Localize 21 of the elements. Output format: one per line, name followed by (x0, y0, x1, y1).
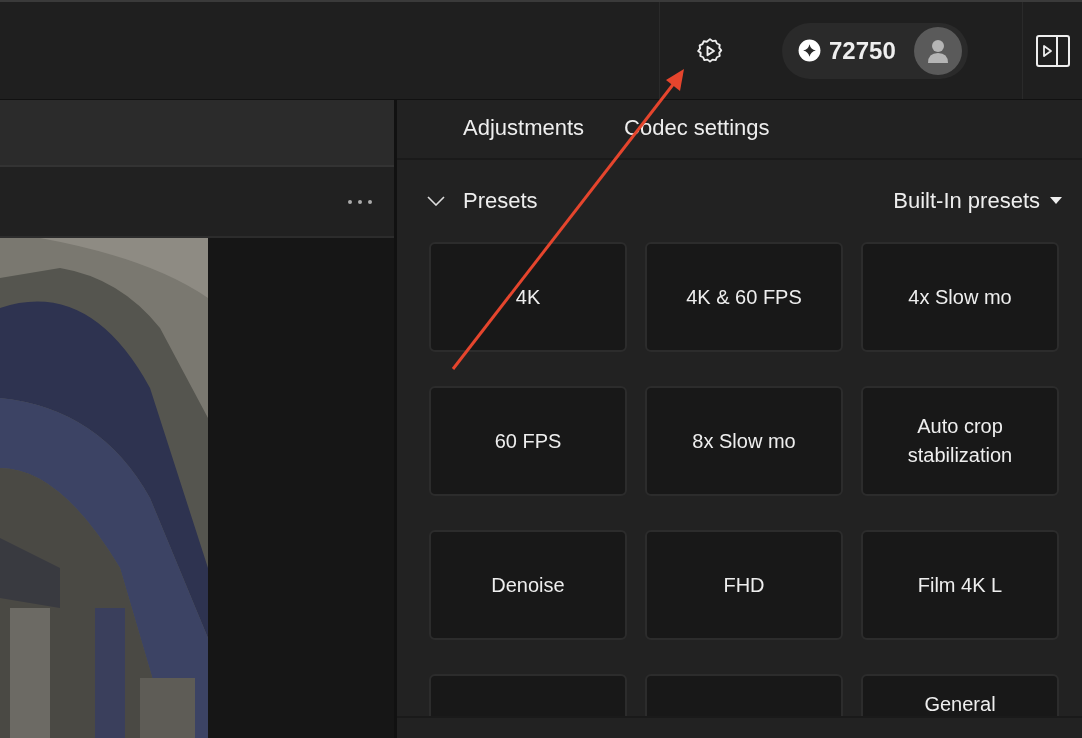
preset-card[interactable]: 8x Slow mo (645, 386, 843, 496)
credits-badge[interactable]: 72750 (782, 22, 968, 79)
preset-card[interactable]: Auto crop stabilization (861, 386, 1059, 496)
preset-card[interactable]: General (861, 674, 1059, 716)
preset-card[interactable]: Film 4K L (861, 530, 1059, 640)
avatar-icon[interactable] (913, 26, 962, 75)
sparkle-icon (798, 39, 821, 62)
preset-card[interactable]: FHD (645, 530, 843, 640)
preset-card[interactable]: 4x Slow mo (861, 242, 1059, 352)
section-title: Presets (463, 188, 539, 214)
panel-toggle-icon[interactable] (1035, 34, 1070, 67)
caret-icon (1050, 197, 1062, 205)
preset-card[interactable]: 4K (429, 242, 627, 352)
preset-card[interactable]: 4K & 60 FPS (645, 242, 843, 352)
preset-card[interactable]: Denoise (429, 530, 627, 640)
preset-card[interactable]: 60 FPS (429, 386, 627, 496)
chevron-icon[interactable] (427, 196, 445, 206)
tab[interactable]: Adjustments (457, 100, 591, 158)
presets-dropdown[interactable]: Built-In presets (893, 188, 1062, 214)
credits-count: 72750 (829, 36, 896, 65)
more-options-icon[interactable] (348, 199, 372, 204)
